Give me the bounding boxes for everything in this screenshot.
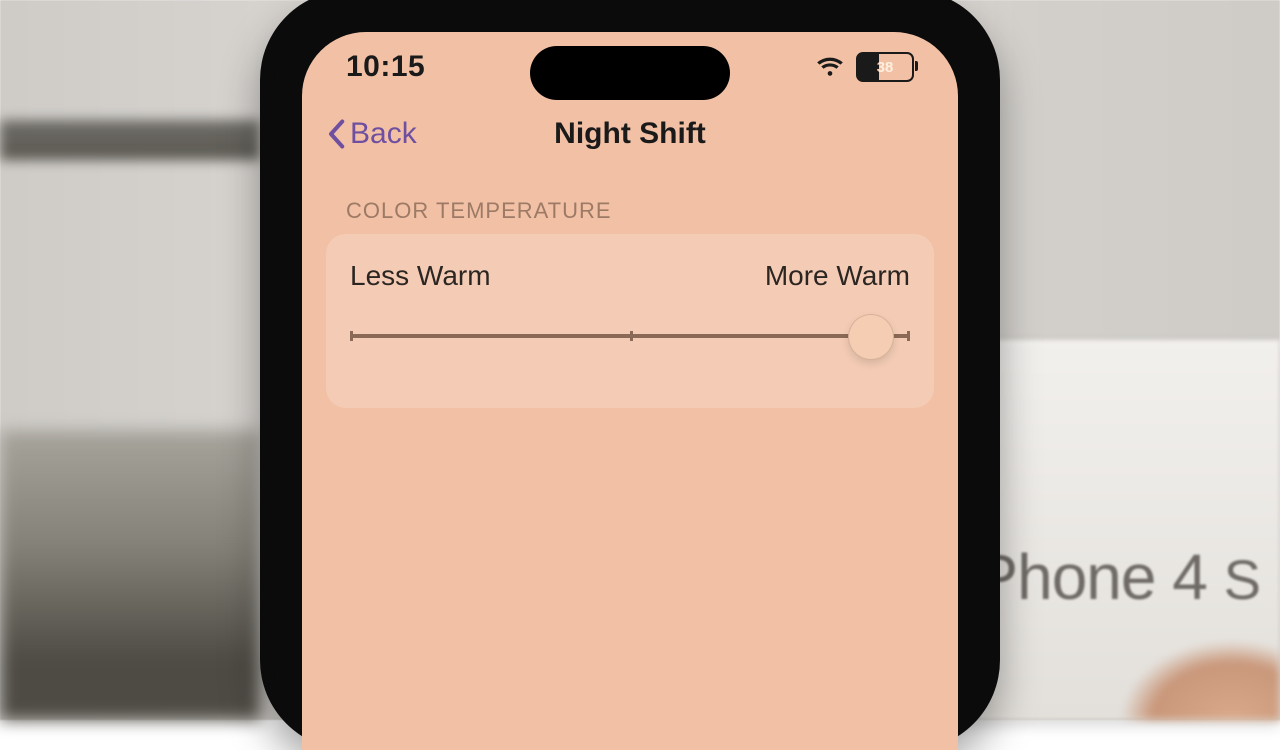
back-label: Back (350, 117, 417, 151)
status-time: 10:15 (346, 50, 425, 84)
page-title: Night Shift (554, 117, 706, 151)
iphone4s-box-label: Phone 4 S (975, 540, 1260, 614)
slider-thumb[interactable] (848, 314, 894, 360)
phone-frame: 10:15 38 Back Night Shift COLOR T (260, 0, 1000, 750)
back-button[interactable]: Back (326, 102, 417, 166)
dynamic-island (530, 46, 730, 100)
color-temperature-card: Less Warm More Warm (326, 234, 934, 408)
slider-max-label: More Warm (765, 260, 910, 292)
slider-min-label: Less Warm (350, 260, 491, 292)
section-header-color-temperature: COLOR TEMPERATURE (346, 198, 914, 224)
status-bar: 10:15 38 (302, 32, 958, 102)
background-shelf (0, 120, 260, 160)
wifi-icon (816, 56, 844, 78)
chevron-left-icon (326, 119, 346, 149)
phone-screen: 10:15 38 Back Night Shift COLOR T (302, 32, 958, 750)
battery-indicator: 38 (856, 52, 914, 82)
navigation-bar: Back Night Shift (302, 102, 958, 166)
color-temperature-slider[interactable] (350, 320, 910, 352)
battery-percent: 38 (858, 57, 912, 78)
